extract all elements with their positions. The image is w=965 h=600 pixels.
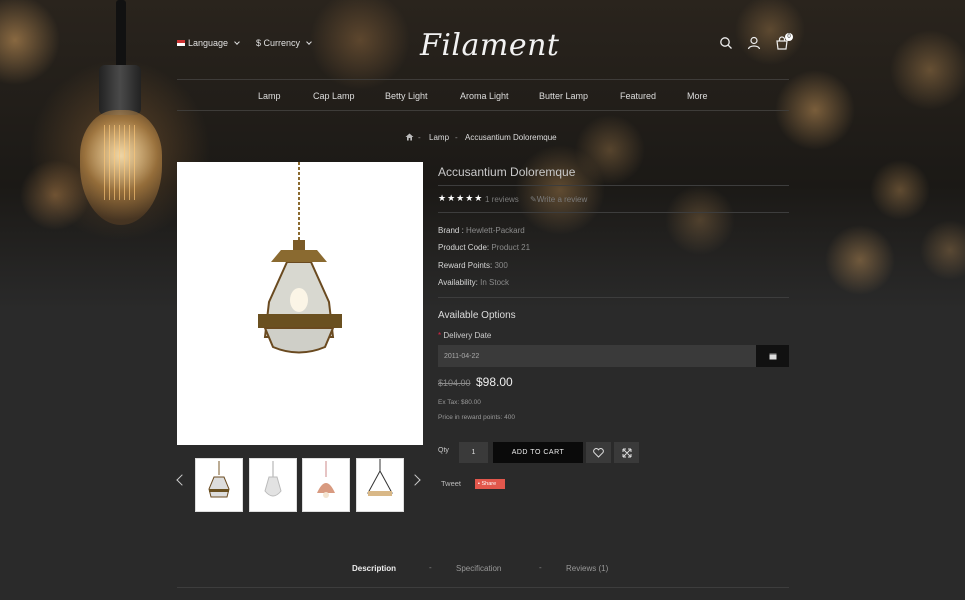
home-icon[interactable] [405, 133, 414, 141]
chevron-down-icon [306, 39, 312, 45]
user-icon[interactable] [747, 36, 761, 50]
language-selector[interactable]: Language [177, 38, 240, 48]
qty-label: Qty [438, 447, 449, 454]
divider [438, 185, 789, 186]
breadcrumb-current: Accusantium Doloremque [465, 133, 557, 142]
nav-item-more[interactable]: More [687, 91, 708, 101]
tab-separator: - [429, 563, 432, 572]
main-product-image[interactable] [177, 162, 423, 445]
reward-points-row: Reward Points: 300 [438, 261, 508, 270]
rating-stars: ★★★★★ [438, 193, 483, 204]
brand-link[interactable]: Hewlett-Packard [466, 226, 525, 235]
thumbnail-2[interactable] [249, 458, 297, 512]
reward-price: Price in reward points: 400 [438, 414, 515, 421]
tab-specification[interactable]: Specification [456, 564, 501, 573]
star-rating-icons: ★★★★★ [438, 193, 484, 203]
qty-input[interactable] [459, 442, 488, 463]
thumbnail-3[interactable] [302, 458, 350, 512]
reviews-link[interactable]: 1 reviews [485, 195, 519, 204]
options-title: Available Options [438, 310, 516, 321]
tweet-button[interactable]: Tweet [441, 479, 461, 488]
thumb-prev-arrow[interactable] [176, 474, 188, 486]
breadcrumb-separator: - [455, 133, 458, 142]
currency-label: $ Currency [256, 38, 301, 48]
availability-row: Availability: In Stock [438, 278, 510, 287]
write-review-link[interactable]: ✎Write a review [530, 195, 587, 204]
main-nav: Lamp Cap Lamp Betty Light Aroma Light Bu… [177, 79, 789, 111]
thumbnail-4[interactable] [356, 458, 404, 512]
heart-icon [593, 447, 604, 458]
nav-item-butter-lamp[interactable]: Butter Lamp [539, 91, 588, 101]
nav-item-aroma-light[interactable]: Aroma Light [460, 91, 509, 101]
product-title: Accusantium Doloremque [438, 165, 576, 179]
cart-count-badge: 0 [785, 33, 793, 41]
tab-description[interactable]: Description [352, 564, 396, 573]
thumb-next-arrow[interactable] [409, 474, 421, 486]
nav-item-featured[interactable]: Featured [620, 91, 656, 101]
thumbnail-image [264, 461, 282, 497]
delivery-date-input[interactable] [438, 345, 756, 367]
tab-reviews[interactable]: Reviews (1) [566, 564, 608, 573]
language-label: Language [188, 38, 229, 48]
share-icon: ▪ [478, 481, 480, 487]
brand-row: Brand : Hewlett-Packard [438, 226, 525, 235]
ex-tax: Ex Tax: $80.00 [438, 399, 481, 406]
product-code-row: Product Code: Product 21 [438, 243, 531, 252]
search-icon[interactable] [719, 36, 733, 50]
tabs-divider [177, 587, 789, 588]
current-price: $98.00 [476, 375, 513, 389]
compare-button[interactable] [614, 442, 639, 463]
tab-separator: - [539, 563, 542, 572]
uk-flag-icon [177, 40, 185, 46]
breadcrumb-lamp[interactable]: Lamp [429, 133, 449, 142]
thumbnail-image [317, 461, 335, 498]
calendar-button[interactable] [756, 345, 789, 367]
compare-icon [622, 448, 631, 457]
share-button[interactable]: ▪ Share [475, 479, 505, 489]
chevron-down-icon [234, 39, 240, 45]
old-price: $104.00 [438, 378, 471, 388]
nav-item-betty-light[interactable]: Betty Light [385, 91, 428, 101]
divider [438, 297, 789, 298]
currency-selector[interactable]: $ Currency [256, 38, 312, 48]
add-to-cart-button[interactable]: ADD TO CART [493, 442, 583, 463]
breadcrumb-separator: - [418, 133, 421, 142]
calendar-icon [769, 353, 776, 360]
thumbnail-image [208, 461, 230, 498]
delivery-date-label: * Delivery Date [438, 331, 492, 340]
thumbnail-1[interactable] [195, 458, 243, 512]
pendant-lamp-image [258, 162, 342, 354]
pencil-icon: ✎ [530, 195, 537, 204]
nav-item-lamp[interactable]: Lamp [258, 91, 281, 101]
thumbnail-image [367, 459, 393, 496]
page-content: Language $ Currency Filament 0 Lamp Cap … [0, 0, 965, 600]
site-logo[interactable]: Filament [420, 28, 559, 63]
wishlist-button[interactable] [586, 442, 611, 463]
nav-item-cap-lamp[interactable]: Cap Lamp [313, 91, 355, 101]
divider [438, 212, 789, 213]
